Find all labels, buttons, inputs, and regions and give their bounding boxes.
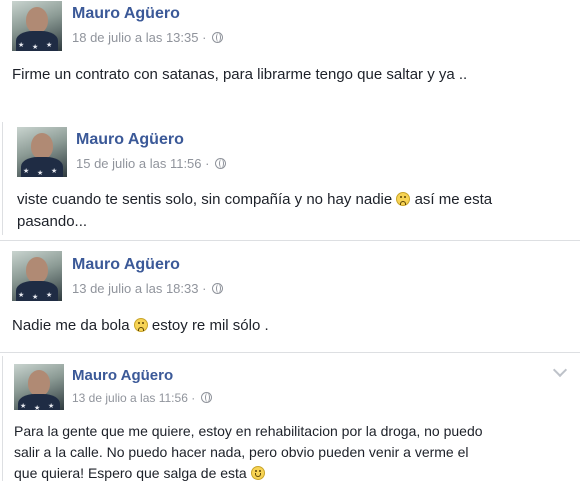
- globe-icon[interactable]: [212, 32, 224, 43]
- post-divider: [0, 240, 580, 241]
- author-name[interactable]: Mauro Agüero: [72, 367, 173, 384]
- post-meta: 13 de julio a las 18:33 ·: [72, 281, 224, 296]
- meta-separator: ·: [191, 391, 196, 405]
- meta-separator: ·: [205, 156, 210, 171]
- avatar[interactable]: ★ ★ ★: [12, 1, 62, 51]
- author-name[interactable]: Mauro Agüero: [72, 256, 180, 274]
- avatar[interactable]: ★ ★ ★: [12, 251, 62, 301]
- smile-emoji-icon: [250, 466, 265, 480]
- author-name[interactable]: Mauro Agüero: [72, 5, 180, 23]
- post-3: ★ ★ ★ Mauro Agüero 13 de julio a las 18:…: [0, 244, 580, 350]
- post-text: Para la gente que me quiere, estoy en re…: [14, 423, 483, 481]
- post-text: Firme un contrato con satanas, para libr…: [12, 66, 468, 83]
- post-meta: 18 de julio a las 13:35 ·: [72, 30, 224, 45]
- avatar[interactable]: ★ ★ ★: [17, 127, 67, 177]
- post-timestamp[interactable]: 13 de julio a las 11:56: [72, 391, 188, 405]
- post-meta: 13 de julio a las 11:56 ·: [72, 391, 212, 405]
- frown-emoji-icon: [396, 192, 411, 206]
- post-timestamp[interactable]: 13 de julio a las 18:33: [72, 281, 198, 296]
- post-4: ★ ★ ★ Mauro Agüero 13 de julio a las 11:…: [0, 356, 580, 483]
- meta-separator: ·: [202, 30, 207, 45]
- post-divider: [0, 352, 580, 353]
- avatar[interactable]: ★ ★ ★: [14, 364, 64, 410]
- post-1: ★ ★ ★ Mauro Agüero 18 de julio a las 13:…: [0, 0, 580, 110]
- author-name[interactable]: Mauro Agüero: [76, 131, 184, 149]
- post-2: ★ ★ ★ Mauro Agüero 15 de julio a las 11:…: [0, 120, 580, 240]
- post-meta: 15 de julio a las 11:56 ·: [76, 156, 227, 171]
- globe-icon[interactable]: [215, 158, 227, 169]
- globe-icon[interactable]: [212, 283, 224, 294]
- globe-icon[interactable]: [200, 392, 212, 403]
- chevron-down-icon[interactable]: [552, 362, 568, 378]
- post-timestamp[interactable]: 18 de julio a las 13:35: [72, 30, 198, 45]
- post-text: Nadie me da bola estoy re mil sólo .: [12, 317, 269, 334]
- meta-separator: ·: [202, 281, 207, 296]
- post-timestamp[interactable]: 15 de julio a las 11:56: [76, 156, 202, 171]
- post-text: viste cuando te sentis solo, sin compañí…: [17, 191, 493, 230]
- frown-emoji-icon: [133, 318, 148, 332]
